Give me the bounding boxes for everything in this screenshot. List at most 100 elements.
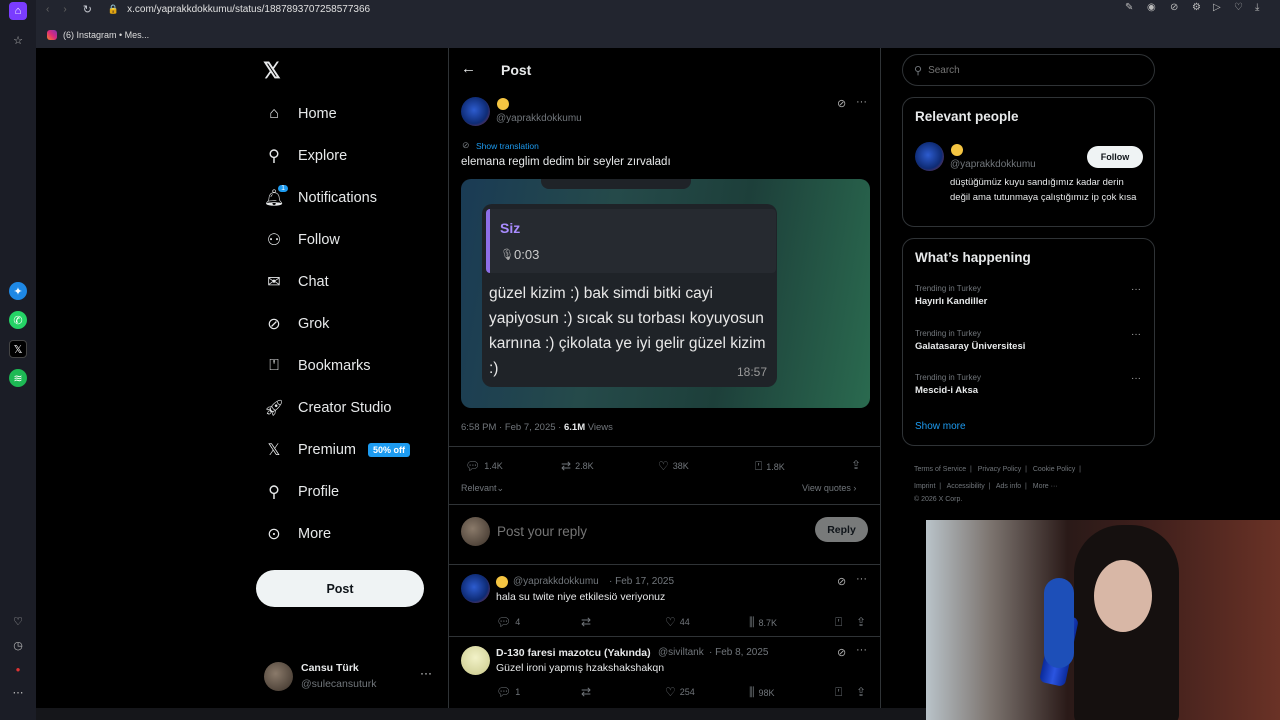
share-button[interactable]: ⇪ [856, 615, 870, 629]
ublock-icon[interactable]: ● [9, 660, 27, 678]
follow-button[interactable]: Follow [1087, 146, 1143, 168]
address-bar[interactable]: x.com/yaprakkdokkumu/status/188789370725… [127, 4, 370, 15]
views-button[interactable]: ⫼ 98K [749, 685, 775, 700]
more-icon[interactable]: ··· [856, 96, 867, 108]
cookie-link[interactable]: Cookie Policy [1033, 466, 1075, 473]
account-switcher[interactable]: Cansu Türk @sulecansuturk ··· [264, 660, 444, 694]
tweet-timestamp[interactable]: 6:58 PM · Feb 7, 2025 · [461, 422, 564, 433]
x-app-icon[interactable]: 𝕏 [9, 340, 27, 358]
imprint-link[interactable]: Imprint [914, 483, 935, 490]
nav-grok[interactable]: ⊘ Grok [256, 303, 329, 345]
nav-premium[interactable]: 𝕏 Premium 50% off [256, 429, 411, 471]
media-top-strip [541, 179, 691, 189]
reply-input[interactable] [497, 522, 747, 540]
extension-icon[interactable]: ⊘ [1170, 2, 1178, 13]
reply-handle[interactable]: @siviltank [658, 647, 704, 658]
show-translation-link[interactable]: Show translation [476, 141, 539, 151]
repost-icon: ⇄ [561, 459, 572, 473]
voice-duration: 0:03 [514, 247, 540, 262]
back-arrow-icon[interactable]: ← [461, 60, 476, 77]
reply-date[interactable]: · Feb 17, 2025 [609, 576, 674, 587]
reply-button[interactable]: 💬︎ 4 [496, 615, 520, 629]
tweet-handle[interactable]: @yaprakkdokkumu [496, 113, 582, 124]
more-icon[interactable]: ··· [1131, 284, 1141, 295]
star-icon[interactable]: ☆ [9, 31, 27, 49]
whatsapp-icon[interactable]: ✆ [9, 311, 27, 329]
nav-bookmarks[interactable]: ⍞ Bookmarks [256, 345, 370, 387]
reload-icon[interactable]: ↻ [83, 3, 92, 16]
like-button[interactable]: ♡ 44 [665, 615, 690, 629]
repost-button[interactable]: ⇄ [581, 615, 595, 629]
reply-date[interactable]: · Feb 8, 2025 [709, 647, 768, 658]
spotify-icon[interactable]: ≋ [9, 369, 27, 387]
bookmark-instagram[interactable]: (6) Instagram • Mes... [63, 30, 149, 40]
reply-handle[interactable]: @yaprakkdokkumu [513, 576, 599, 587]
trend-item[interactable]: Trending in Turkey Mescid-i Aksa ··· [915, 373, 1145, 396]
back-icon[interactable]: ‹ [46, 4, 49, 15]
avatar[interactable] [915, 142, 944, 171]
reply-text: Güzel ironi yapmış hzakshakshakqn [496, 662, 665, 674]
more-icon[interactable]: ··· [1131, 329, 1141, 340]
trend-item[interactable]: Trending in Turkey Galatasaray Üniversit… [915, 329, 1145, 352]
reply-name[interactable]: D-130 faresi mazotcu (Yakında) [496, 647, 651, 659]
accessibility-link[interactable]: Accessibility [947, 483, 985, 490]
trend-item[interactable]: Trending in Turkey Hayırlı Kandiller ··· [915, 284, 1145, 307]
share-button[interactable]: ⇪ [851, 458, 865, 472]
forward-icon[interactable]: › [63, 4, 66, 15]
nav-follow[interactable]: ⚇ Follow [256, 219, 340, 261]
grok-icon[interactable]: ⊘ [837, 575, 846, 588]
tweet-media[interactable]: Siz 🎙︎ 0:03 güzel kizim :) bak simdi bit… [461, 179, 870, 408]
bookmark-button[interactable]: ⍞ [835, 685, 846, 700]
x-logo-icon[interactable]: 𝕏 [263, 58, 281, 84]
nav-profile[interactable]: ⚲ Profile [256, 471, 339, 513]
repost-button[interactable]: ⇄ [581, 685, 595, 699]
download-icon[interactable]: ⤓ [1255, 2, 1259, 13]
settings-icon[interactable]: ⚙ [1192, 2, 1201, 13]
reply-submit-button[interactable]: Reply [815, 517, 868, 542]
reply-item[interactable]: @yaprakkdokkumu · Feb 17, 2025 ⊘ ··· hal… [449, 565, 881, 635]
terms-link[interactable]: Terms of Service [914, 466, 966, 473]
messenger-icon[interactable]: ✦ [9, 282, 27, 300]
sort-dropdown[interactable]: Relevant⌄ [461, 483, 504, 494]
reply-button[interactable]: 💬︎ 1.4K [465, 459, 503, 473]
grok-icon[interactable]: ⊘ [837, 97, 846, 110]
like-button[interactable]: ♡ 38K [658, 459, 689, 473]
repost-button[interactable]: ⇄ 2.8K [561, 459, 594, 473]
more-icon[interactable]: ··· [856, 644, 867, 656]
more-link[interactable]: More ··· [1033, 483, 1058, 490]
heart-icon[interactable]: ♡ [1234, 2, 1243, 13]
more-icon[interactable]: ··· [420, 666, 432, 680]
bookmark-button[interactable]: ⍞ [835, 615, 846, 630]
like-button[interactable]: ♡ 254 [665, 685, 695, 699]
reply-button[interactable]: 💬︎ 1 [496, 685, 520, 699]
person-handle[interactable]: @yaprakkdokkumu [950, 159, 1036, 170]
privacy-link[interactable]: Privacy Policy [978, 466, 1022, 473]
nav-explore[interactable]: ⚲ Explore [256, 135, 347, 177]
search-bar[interactable]: ⚲ [902, 54, 1155, 86]
nav-more[interactable]: ⊙ More [256, 513, 331, 555]
view-quotes-link[interactable]: View quotes › [802, 483, 856, 493]
history-icon[interactable]: ◷ [9, 636, 27, 654]
edit-icon[interactable]: ✎ [1125, 2, 1133, 13]
nav-chat[interactable]: ✉ Chat [256, 261, 328, 303]
more-icon[interactable]: ··· [1131, 373, 1141, 384]
share-button[interactable]: ⇪ [856, 685, 870, 699]
search-input[interactable] [928, 64, 1129, 76]
play-icon[interactable]: ▷ [1213, 2, 1221, 13]
more-icon[interactable]: ··· [856, 573, 867, 585]
reply-icon: 💬︎ [465, 459, 481, 473]
ads-info-link[interactable]: Ads info [996, 483, 1021, 490]
grok-icon[interactable]: ⊘ [837, 646, 846, 659]
nav-notifications[interactable]: 🔔︎ 1 Notifications [256, 177, 377, 219]
post-button[interactable]: Post [256, 570, 424, 607]
show-more-link[interactable]: Show more [915, 421, 966, 432]
heart-dock-icon[interactable]: ♡ [9, 612, 27, 630]
bookmark-button[interactable]: ⍞ 1.8K [755, 459, 785, 474]
home-app-icon[interactable]: ⌂ [9, 2, 27, 20]
more-dock-icon[interactable]: ⋯ [9, 683, 27, 701]
camera-icon[interactable]: ◉ [1147, 2, 1156, 13]
nav-creator-studio[interactable]: 🚀︎ Creator Studio [256, 387, 392, 429]
avatar[interactable] [461, 97, 490, 126]
views-button[interactable]: ⫼ 8.7K [749, 615, 777, 630]
nav-home[interactable]: ⌂ Home [256, 93, 337, 135]
